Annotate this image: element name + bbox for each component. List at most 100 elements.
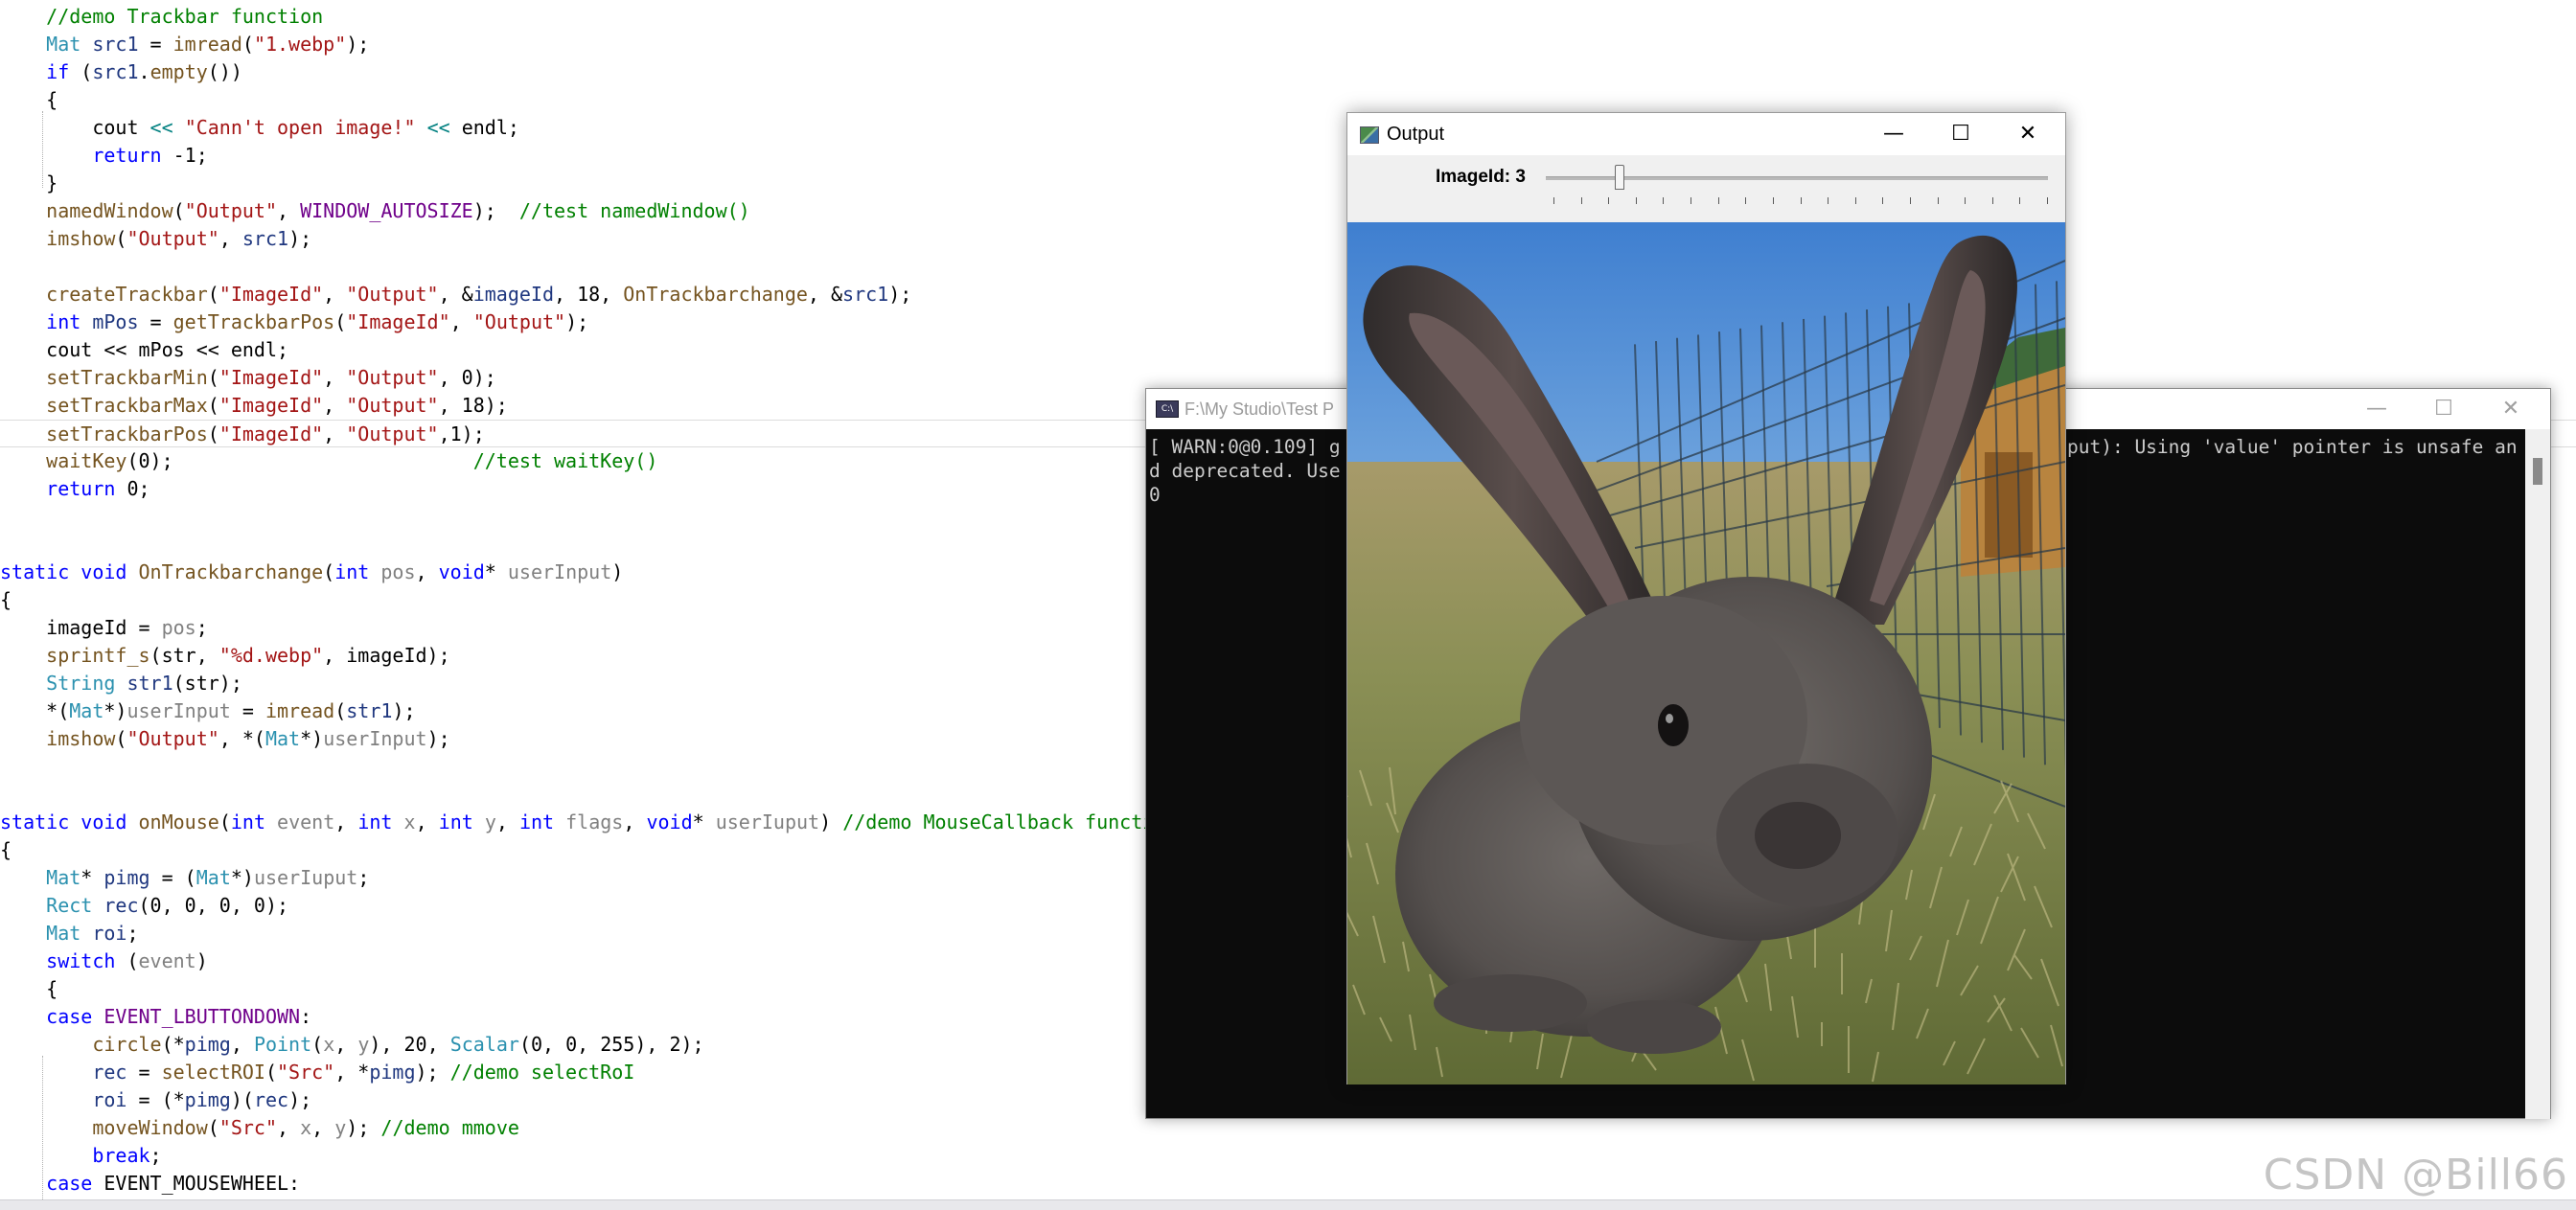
code-token: setTrackbarMax [46, 394, 208, 417]
code-token: , [334, 1033, 358, 1056]
code-line: cout << mPos << endl; [0, 336, 288, 364]
code-token: ); [565, 310, 589, 333]
code-token: createTrackbar [46, 283, 208, 306]
code-token: , *( [218, 727, 265, 750]
output-minimize-button[interactable]: — [1860, 113, 1927, 155]
trackbar-tick [1635, 197, 1637, 204]
code-line: setTrackbarMax("ImageId", "Output", 18); [0, 392, 508, 420]
code-token: * [484, 560, 508, 583]
code-token: return [92, 144, 162, 167]
console-minimize-button[interactable]: — [2343, 389, 2410, 429]
code-token: } [0, 171, 58, 194]
code-token: *) [230, 866, 254, 889]
code-token: EVENT_MOUSEWHEEL: [92, 1172, 301, 1195]
code-token: = [126, 1061, 162, 1084]
output-title: Output [1387, 124, 1445, 145]
code-token: void [80, 810, 127, 833]
code-token: rec [104, 894, 139, 917]
trackbar-tick [1580, 197, 1582, 204]
code-token: "Output" [346, 422, 439, 445]
code-token: waitKey [46, 449, 127, 472]
code-line: if (src1.empty()) [0, 58, 242, 86]
output-window[interactable]: Output — ☐ ✕ ImageId: 3 [1346, 112, 2066, 1084]
code-token: Mat [264, 727, 301, 750]
code-token: roi [92, 1088, 127, 1111]
code-token: rec [253, 1088, 289, 1111]
code-token: static [0, 810, 70, 833]
console-title: F:\My Studio\Test P [1184, 400, 1335, 419]
code-token: Mat [46, 866, 81, 889]
output-maximize-button[interactable]: ☐ [1927, 113, 1994, 155]
code-line: static void onMouse(int event, int x, in… [0, 809, 1177, 836]
code-token: moveWindow [92, 1116, 208, 1139]
console-line: [ WARN:0@0.109] g [1149, 436, 1341, 458]
code-token: , [311, 1116, 335, 1139]
code-token: , [323, 283, 347, 306]
trackbar-tick [1608, 197, 1610, 204]
code-token: onMouse [138, 810, 219, 833]
code-token: imageId [472, 283, 555, 306]
output-close-button[interactable]: ✕ [1994, 113, 2061, 155]
code-token: ( [323, 560, 335, 583]
code-token: "ImageId" [218, 422, 324, 445]
code-token: (str, [150, 644, 219, 667]
code-token: , [323, 394, 347, 417]
trackbar-tick [2047, 197, 2048, 204]
code-line: roi = (*pimg)(rec); [0, 1086, 311, 1114]
code-token: , 0); [438, 366, 496, 389]
code-token: ( [207, 422, 219, 445]
code-token: userInput [126, 699, 231, 722]
console-app-icon: C:\ [1156, 400, 1179, 418]
code-token: ( [69, 60, 93, 83]
code-token: "Output" [472, 310, 566, 333]
console-close-button[interactable]: ✕ [2477, 389, 2544, 429]
code-token: ( [311, 1033, 324, 1056]
code-token: "Output" [126, 227, 219, 250]
code-token: return [46, 477, 116, 500]
code-token: String [46, 672, 116, 695]
console-maximize-button[interactable]: ☐ [2410, 389, 2477, 429]
code-line: { [0, 975, 58, 1003]
code-token: static [0, 560, 70, 583]
code-line: Rect rec(0, 0, 0, 0); [0, 892, 288, 920]
code-token: x [323, 1033, 335, 1056]
code-token: = (* [126, 1088, 185, 1111]
code-token: ( [264, 1061, 277, 1084]
code-line: *(Mat*)userInput = imread(str1); [0, 697, 415, 725]
code-token: Point [253, 1033, 312, 1056]
code-token: ( [115, 227, 127, 250]
code-token: "1.webp" [253, 33, 347, 56]
code-token: Mat [46, 922, 81, 945]
trackbar-tick [1690, 197, 1692, 204]
code-token: , [230, 1033, 254, 1056]
code-token: selectROI [161, 1061, 265, 1084]
code-token: "Output" [184, 199, 277, 222]
code-token: = [230, 699, 265, 722]
code-line: circle(*pimg, Point(x, y), 20, Scalar(0,… [0, 1031, 703, 1059]
trackbar-tick [1717, 197, 1719, 204]
code-token: userInput [323, 727, 427, 750]
output-titlebar[interactable]: Output — ☐ ✕ [1347, 113, 2065, 155]
trackbar-tick [1965, 197, 1966, 204]
code-token: ( [172, 199, 185, 222]
trackbar-thumb[interactable] [1614, 165, 1624, 190]
code-token: "ImageId" [346, 310, 450, 333]
trackbar-tick [1882, 197, 1884, 204]
code-token: y [357, 1033, 370, 1056]
code-token: case [46, 1005, 93, 1028]
code-token: cout << mPos << endl; [0, 338, 289, 361]
code-token: "%d.webp" [218, 644, 324, 667]
console-scrollbar[interactable] [2525, 429, 2550, 1119]
code-token: str1 [126, 672, 173, 695]
code-token: (str); [172, 672, 242, 695]
console-scrollbar-thumb[interactable] [2533, 458, 2542, 485]
